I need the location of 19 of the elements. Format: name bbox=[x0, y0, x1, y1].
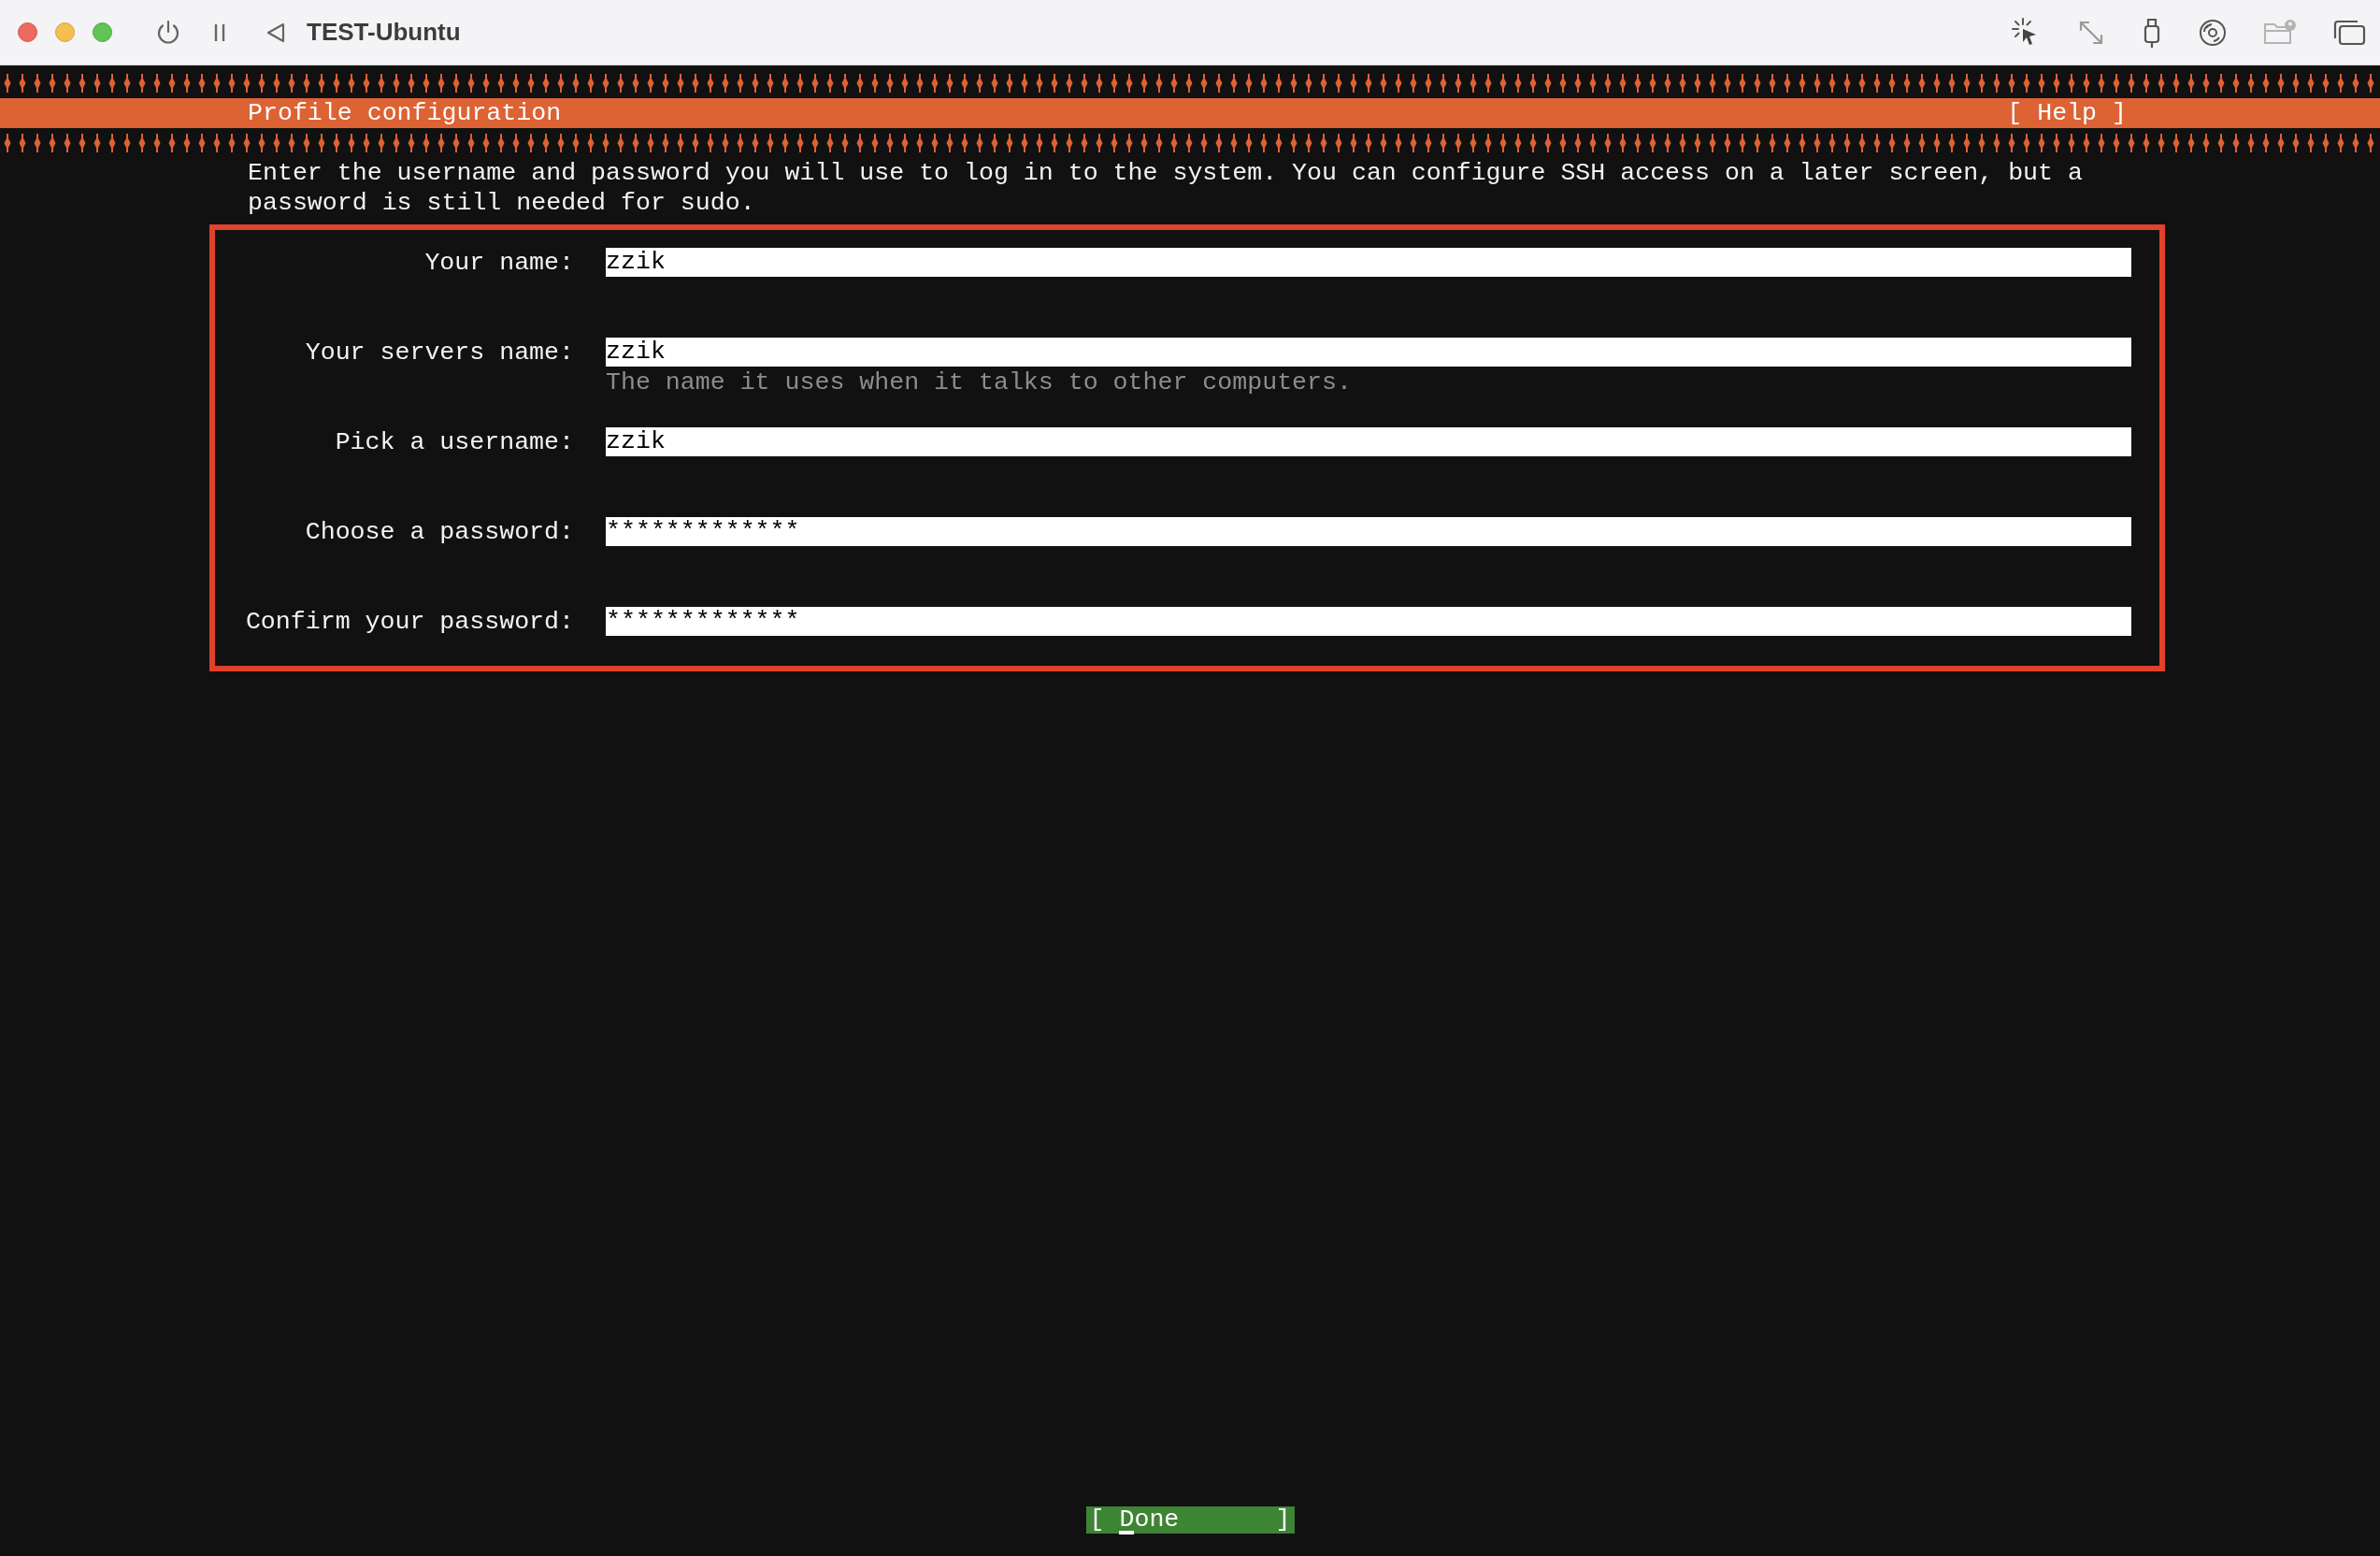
help-link[interactable]: [ Help ] bbox=[2007, 98, 2127, 128]
field-hint: The name it uses when it talks to other computers. bbox=[606, 367, 1353, 397]
field-label: Pick a username: bbox=[334, 427, 574, 457]
field-label: Confirm your password: bbox=[244, 607, 574, 637]
field-label: Your servers name: bbox=[304, 338, 574, 367]
field-label: Your name: bbox=[423, 248, 574, 278]
done-button[interactable]: [ Done ] bbox=[1085, 1506, 1295, 1534]
field-label: Choose a password: bbox=[304, 517, 574, 547]
input-field[interactable]: zzik bbox=[606, 248, 2131, 277]
window-title: TEST-Ubuntu bbox=[307, 18, 461, 47]
text-cursor bbox=[1119, 1531, 1135, 1534]
screen-title: Profile configuration bbox=[248, 98, 562, 128]
input-field[interactable]: ************* bbox=[606, 607, 2131, 636]
intro-text: Enter the username and password you will use to log in to the system. You can configure SSH access on a later screen, but a password is still needed for sudo. bbox=[248, 158, 2084, 218]
input-field[interactable]: zzik bbox=[606, 338, 2131, 367]
input-field[interactable]: ************* bbox=[606, 517, 2131, 546]
back-triangle-icon[interactable] bbox=[265, 21, 286, 44]
close-button[interactable] bbox=[18, 22, 37, 42]
input-field[interactable]: zzik bbox=[606, 427, 2131, 456]
